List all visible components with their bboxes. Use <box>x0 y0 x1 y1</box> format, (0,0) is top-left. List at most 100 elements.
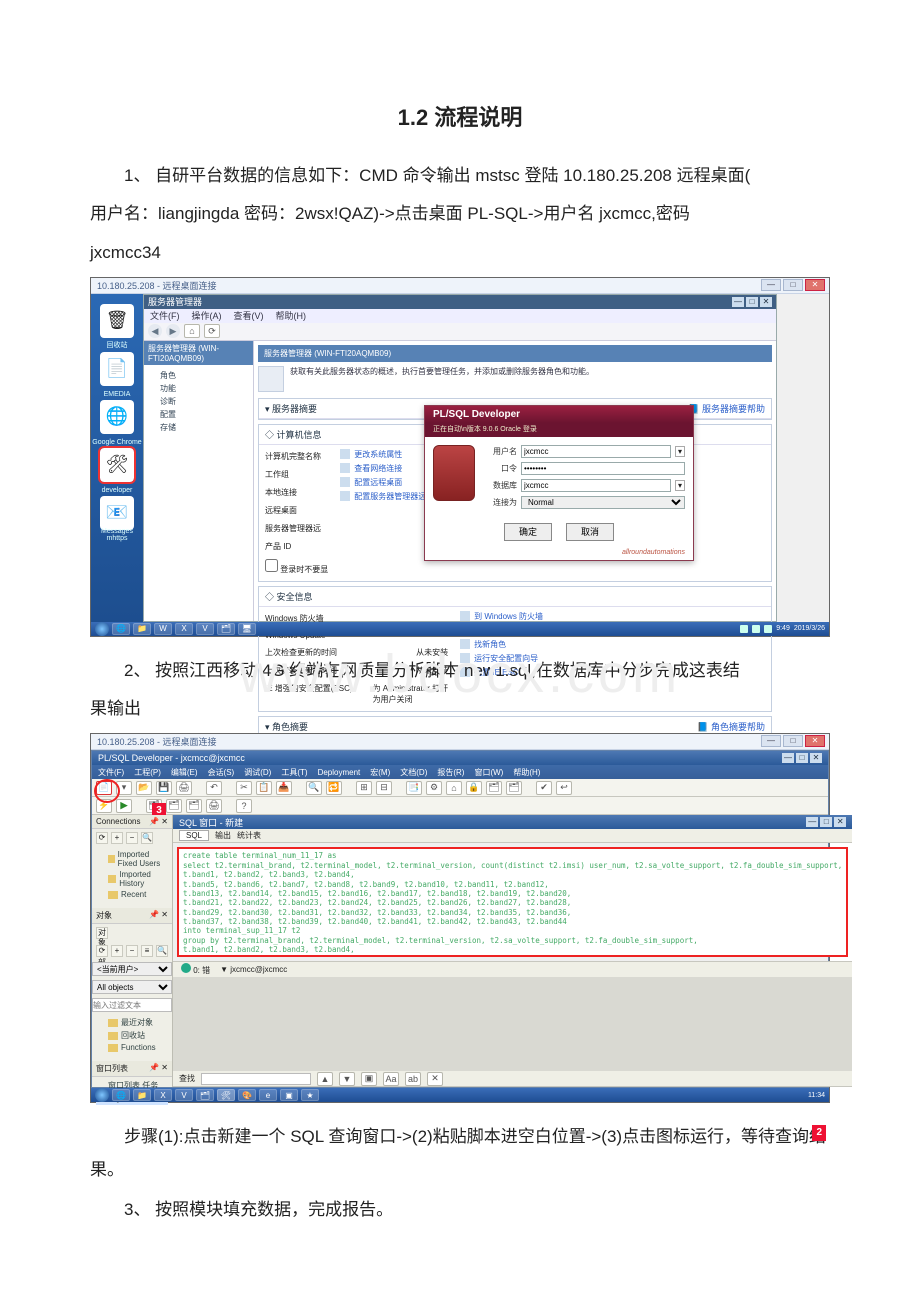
breadcrumb-nav[interactable]: ◀ ▶ ⌂ ⟳ <box>144 323 776 341</box>
add-icon[interactable]: + <box>111 832 123 844</box>
toolbar-icon[interactable]: 🖨 <box>206 799 222 813</box>
task-chrome[interactable]: 🌐 <box>112 623 130 635</box>
tree-item[interactable]: 功能 <box>150 382 247 395</box>
close-button[interactable]: ✕ <box>805 735 825 747</box>
find-icon[interactable]: 🔍 <box>306 781 322 795</box>
sql-editor[interactable]: create table terminal_num_11_17 as selec… <box>177 847 848 957</box>
tray-icon[interactable] <box>764 625 772 633</box>
tray-icon[interactable] <box>740 625 748 633</box>
pass-input[interactable] <box>521 462 685 475</box>
menu-edit[interactable]: 编辑(E) <box>171 767 198 778</box>
desktop-icon-messages[interactable]: 📧Messages mhttps <box>100 496 134 530</box>
pin-icon[interactable]: 📌 ✕ <box>149 1063 168 1074</box>
menu-window[interactable]: 窗口(W) <box>474 767 503 778</box>
user-input[interactable] <box>521 445 671 458</box>
menu-session[interactable]: 会话(S) <box>208 767 235 778</box>
remote-taskbar-2[interactable]: 🌐 📁 X V 🗂 🛠 🎨 e ▣ ★ 11:34 <box>91 1088 829 1102</box>
minimize-button[interactable]: — <box>761 735 781 747</box>
menu-action[interactable]: 操作(A) <box>192 309 222 322</box>
tray-icon[interactable] <box>752 625 760 633</box>
plsql-menubar[interactable]: 文件(F) 工程(P) 编辑(E) 会话(S) 调试(D) 工具(T) Depl… <box>92 765 828 779</box>
find-opt-icon[interactable]: Aa <box>383 1072 399 1086</box>
cut-icon[interactable]: ✂ <box>236 781 252 795</box>
new-sql-button[interactable]: 📄 <box>96 781 112 795</box>
task-vscode[interactable]: V <box>196 623 214 635</box>
find-opt-icon[interactable]: ▣ <box>361 1072 377 1086</box>
toolbar-icon[interactable]: 🗂 <box>486 781 502 795</box>
undo-icon[interactable]: ↶ <box>206 781 222 795</box>
menu-help[interactable]: 帮助(H) <box>513 767 540 778</box>
menu-debug[interactable]: 调试(D) <box>244 767 271 778</box>
tab-sql[interactable]: SQL <box>179 830 209 841</box>
toolbar-icon[interactable]: ⚡ <box>96 799 112 813</box>
db-dropdown-button[interactable]: ▾ <box>675 480 685 491</box>
menu-doc[interactable]: 文档(D) <box>400 767 427 778</box>
menu-project[interactable]: 工程(P) <box>134 767 161 778</box>
toolbar-icon[interactable]: ⊟ <box>376 781 392 795</box>
nav-back-icon[interactable]: ◀ <box>148 324 162 338</box>
task-word[interactable]: W <box>154 623 172 635</box>
task-server-manager[interactable]: 🖥 <box>238 623 256 635</box>
maximize-button[interactable]: □ <box>783 735 803 747</box>
panel-help-link[interactable]: 📘 服务器摘要帮助 <box>688 402 765 415</box>
close-button[interactable]: ✕ <box>805 279 825 291</box>
nav-refresh-icon[interactable]: ⟳ <box>204 324 220 338</box>
toolbar-icon[interactable]: ⌂ <box>446 781 462 795</box>
start-orb-icon[interactable] <box>95 622 109 636</box>
task-file[interactable]: 🗂 <box>217 623 235 635</box>
execute-button[interactable]: ▶ <box>116 799 132 813</box>
print-icon[interactable]: 🖨 <box>176 781 192 795</box>
task-cmd[interactable]: ▣ <box>280 1089 298 1101</box>
remove-icon[interactable]: − <box>126 832 138 844</box>
task-explorer[interactable]: 📁 <box>133 623 151 635</box>
task-plsql[interactable]: 🛠 <box>217 1089 235 1101</box>
tree-item[interactable]: 存储 <box>150 421 247 434</box>
tree-item[interactable]: 诊断 <box>150 395 247 408</box>
menu-file[interactable]: 文件(F) <box>150 309 180 322</box>
refresh-icon[interactable]: ⟳ <box>96 945 108 957</box>
task-explorer[interactable]: 📁 <box>133 1089 151 1101</box>
menu-tools[interactable]: 工具(T) <box>281 767 307 778</box>
window-buttons[interactable]: —□✕ <box>732 297 772 307</box>
toolbar-icon[interactable]: ⚙ <box>426 781 442 795</box>
help-icon[interactable]: ? <box>236 799 252 813</box>
menu-macro[interactable]: 宏(M) <box>370 767 390 778</box>
window-buttons[interactable]: —□✕ <box>782 753 822 763</box>
desktop-icon-plsql[interactable]: 🛠developer <box>100 448 134 482</box>
rollback-icon[interactable]: ↩ <box>556 781 572 795</box>
remove-icon[interactable]: − <box>126 945 138 957</box>
menu-help[interactable]: 帮助(H) <box>276 309 307 322</box>
add-icon[interactable]: + <box>111 945 123 957</box>
nav-fwd-icon[interactable]: ▶ <box>166 324 180 338</box>
task-folder[interactable]: 🗂 <box>196 1089 214 1101</box>
toolbar-icon[interactable]: 🗂 <box>166 799 182 813</box>
task-app[interactable]: ★ <box>301 1089 319 1101</box>
tree-item[interactable]: 回收站 <box>96 1029 168 1042</box>
find-opt-icon[interactable]: ab <box>405 1072 421 1086</box>
remote-window-buttons[interactable]: — □ ✕ <box>761 735 825 747</box>
server-manager-menu[interactable]: 文件(F) 操作(A) 查看(V) 帮助(H) <box>144 309 776 323</box>
desktop-icon-emedit[interactable]: 📄EMEDIA <box>100 352 134 386</box>
save-icon[interactable]: 💾 <box>156 781 172 795</box>
menu-view[interactable]: 查看(V) <box>234 309 264 322</box>
menu-file[interactable]: 文件(F) <box>98 767 124 778</box>
maximize-button[interactable]: □ <box>783 279 803 291</box>
menu-deployment[interactable]: Deployment <box>318 768 361 777</box>
login-ok-button[interactable]: 确定 <box>504 523 552 541</box>
copy-icon[interactable]: 📋 <box>256 781 272 795</box>
pin-icon[interactable]: 📌 ✕ <box>149 910 168 921</box>
checkbox-no-show[interactable]: 登录时不要显 <box>265 559 328 575</box>
status-user[interactable]: ▼ jxcmcc@jxcmcc <box>220 965 287 974</box>
toolbar-icon[interactable]: ⊞ <box>356 781 372 795</box>
login-cancel-button[interactable]: 取消 <box>566 523 614 541</box>
plsql-toolbar-2[interactable]: ⚡ ▶ 🗂 🗂 🗂 🖨 ? <box>92 797 828 815</box>
user-select[interactable]: <当前用户> <box>92 962 172 976</box>
find-close-icon[interactable]: ✕ <box>427 1072 443 1086</box>
objects-select[interactable]: All objects <box>92 980 172 994</box>
commit-icon[interactable]: ✔ <box>536 781 552 795</box>
toolbar-icon[interactable]: 🗂 <box>506 781 522 795</box>
desktop-icon-recycle[interactable]: 🗑回收站 <box>100 304 134 338</box>
task-chrome[interactable]: 🌐 <box>112 1089 130 1101</box>
replace-icon[interactable]: 🔁 <box>326 781 342 795</box>
start-orb-icon[interactable] <box>95 1088 109 1102</box>
